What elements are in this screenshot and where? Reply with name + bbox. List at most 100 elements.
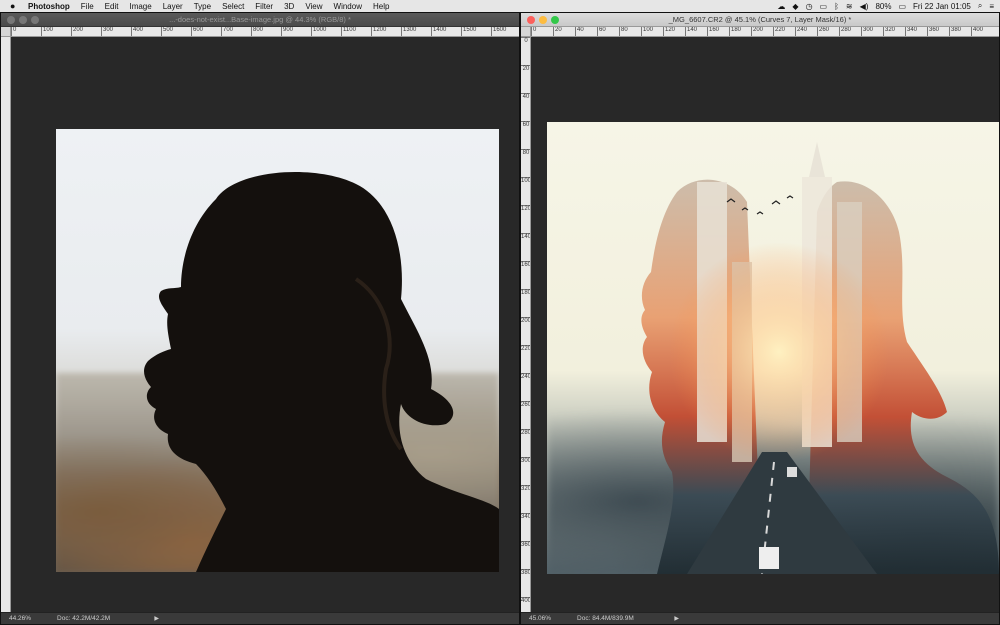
double-exposure-artwork — [641, 142, 999, 574]
ruler-tick-label: 300 — [861, 27, 873, 36]
ruler-tick-label: 20 — [553, 27, 562, 36]
ruler-tick-label: 500 — [161, 27, 173, 36]
menu-type[interactable]: Type — [194, 2, 211, 11]
canvas-workspace[interactable] — [11, 37, 519, 612]
ruler-tick-label: 240 — [795, 27, 807, 36]
status-menu-area: ☁ ◆ ◷ ▭ ᛒ ≋ ◀) 80% ▭ Fri 22 Jan 01:05 ⌕ … — [777, 0, 994, 12]
ruler-tick-label: 240 — [521, 373, 531, 380]
menu-edit[interactable]: Edit — [105, 2, 119, 11]
ruler-tick-label: 900 — [281, 27, 293, 36]
ruler-tick-label: 1600 — [491, 27, 506, 36]
wifi-icon[interactable]: ≋ — [846, 2, 853, 11]
horizontal-ruler[interactable]: 0 20 40 60 80 100 120 140 160 180 200 220 240 260 280 3… — [531, 27, 999, 37]
doc-size: Doc: 84.4M/839.9M — [577, 615, 634, 622]
window-controls — [527, 16, 559, 24]
clock[interactable]: Fri 22 Jan 01:05 — [913, 2, 971, 11]
canvas-workspace[interactable] — [531, 37, 999, 612]
doc-size: Doc: 42.2M/42.2M — [57, 615, 111, 622]
ruler-tick-label: 180 — [729, 27, 741, 36]
ruler-tick-label: 700 — [221, 27, 233, 36]
zoom-level[interactable]: 44.26% — [9, 615, 31, 622]
ruler-tick-label: 60 — [521, 121, 530, 128]
cloud-icon[interactable]: ☁ — [777, 2, 785, 11]
menu-window[interactable]: Window — [334, 2, 362, 11]
ruler-tick-label: 0 — [531, 27, 536, 36]
spotlight-icon[interactable]: ⌕ — [978, 1, 982, 11]
ruler-tick-label: 280 — [521, 429, 531, 436]
menu-file[interactable]: File — [81, 2, 94, 11]
ruler-tick-label: 300 — [101, 27, 113, 36]
close-button[interactable] — [527, 16, 535, 24]
menu-bar: ● Photoshop File Edit Image Layer Type S… — [0, 0, 1000, 12]
zoom-level[interactable]: 45.06% — [529, 615, 551, 622]
airplay-icon[interactable]: ▭ — [820, 2, 828, 11]
ruler-tick-label: 340 — [905, 27, 917, 36]
ruler-tick-label: 200 — [521, 317, 531, 324]
status-bar: 44.26% Doc: 42.2M/42.2M ▶ — [1, 612, 519, 624]
photo-silhouette-portrait[interactable] — [56, 129, 499, 572]
maximize-button[interactable] — [551, 16, 559, 24]
document-title: _MG_6607.CR2 @ 45.1% (Curves 7, Layer Ma… — [668, 15, 852, 24]
ruler-tick-label: 400 — [521, 597, 531, 604]
vertical-ruler[interactable]: 0 20 40 60 80 100 120 140 160 180 200 220 240 260 280 3… — [521, 37, 531, 612]
ruler-tick-label: 800 — [251, 27, 263, 36]
ruler-tick-label: 280 — [839, 27, 851, 36]
ruler-tick-label: 400 — [971, 27, 983, 36]
window-controls — [7, 16, 39, 24]
ruler-tick-label: 0 — [521, 37, 530, 44]
ruler-tick-label: 80 — [619, 27, 628, 36]
ruler-tick-label: 100 — [641, 27, 653, 36]
menu-filter[interactable]: Filter — [255, 2, 273, 11]
minimize-button[interactable] — [539, 16, 547, 24]
menu-help[interactable]: Help — [373, 2, 389, 11]
ruler-tick-label: 340 — [521, 513, 531, 520]
status-menu-arrow[interactable]: ▶ — [154, 615, 159, 622]
ruler-tick-label: 1200 — [371, 27, 386, 36]
notification-center-icon[interactable]: ≡ — [989, 2, 994, 11]
dropbox-icon[interactable]: ◆ — [792, 2, 798, 11]
volume-icon[interactable]: ◀) — [860, 2, 869, 11]
bluetooth-icon[interactable]: ᛒ — [834, 2, 839, 11]
ruler-tick-label: 260 — [817, 27, 829, 36]
document-window-base-image[interactable]: ...-does-not-exist...Base-image.jpg @ 44… — [0, 12, 520, 625]
apple-icon[interactable]: ● — [10, 1, 20, 11]
ruler-origin[interactable] — [1, 27, 11, 37]
ruler-tick-label: 140 — [685, 27, 697, 36]
maximize-button[interactable] — [31, 16, 39, 24]
ruler-tick-label: 360 — [521, 541, 531, 548]
ruler-tick-label: 400 — [131, 27, 143, 36]
window-titlebar[interactable]: _MG_6607.CR2 @ 45.1% (Curves 7, Layer Ma… — [521, 13, 999, 27]
ruler-origin[interactable] — [521, 27, 531, 37]
document-title: ...-does-not-exist...Base-image.jpg @ 44… — [169, 15, 351, 24]
battery-icon[interactable]: ▭ — [898, 2, 906, 11]
ruler-tick-label: 120 — [521, 205, 531, 212]
battery-percent[interactable]: 80% — [875, 2, 891, 11]
close-button[interactable] — [7, 16, 15, 24]
ruler-tick-label: 100 — [41, 27, 53, 36]
menu-layer[interactable]: Layer — [163, 2, 183, 11]
ruler-tick-label: 160 — [707, 27, 719, 36]
menu-view[interactable]: View — [305, 2, 322, 11]
document-window-double-exposure[interactable]: _MG_6607.CR2 @ 45.1% (Curves 7, Layer Ma… — [520, 12, 1000, 625]
ruler-tick-label: 40 — [521, 93, 530, 100]
ruler-tick-label: 380 — [949, 27, 961, 36]
horizontal-ruler[interactable]: 0 100 200 300 400 500 600 700 800 900 1000 1100 1200… — [11, 27, 519, 37]
timemachine-icon[interactable]: ◷ — [806, 2, 813, 11]
ruler-tick-label: 140 — [521, 233, 531, 240]
menu-select[interactable]: Select — [222, 2, 244, 11]
ruler-tick-label: 300 — [521, 457, 531, 464]
menu-image[interactable]: Image — [129, 2, 151, 11]
ruler-tick-label: 20 — [521, 65, 530, 72]
minimize-button[interactable] — [19, 16, 27, 24]
photo-double-exposure[interactable] — [547, 122, 999, 574]
window-titlebar[interactable]: ...-does-not-exist...Base-image.jpg @ 44… — [1, 13, 519, 27]
status-menu-arrow[interactable]: ▶ — [674, 615, 679, 622]
ruler-tick-label: 1000 — [311, 27, 326, 36]
menu-3d[interactable]: 3D — [284, 2, 294, 11]
ruler-tick-label: 200 — [751, 27, 763, 36]
ruler-tick-label: 220 — [773, 27, 785, 36]
man-silhouette — [144, 172, 499, 572]
app-menu[interactable]: Photoshop — [28, 2, 70, 11]
ruler-tick-label: 180 — [521, 289, 531, 296]
vertical-ruler[interactable] — [1, 37, 11, 612]
